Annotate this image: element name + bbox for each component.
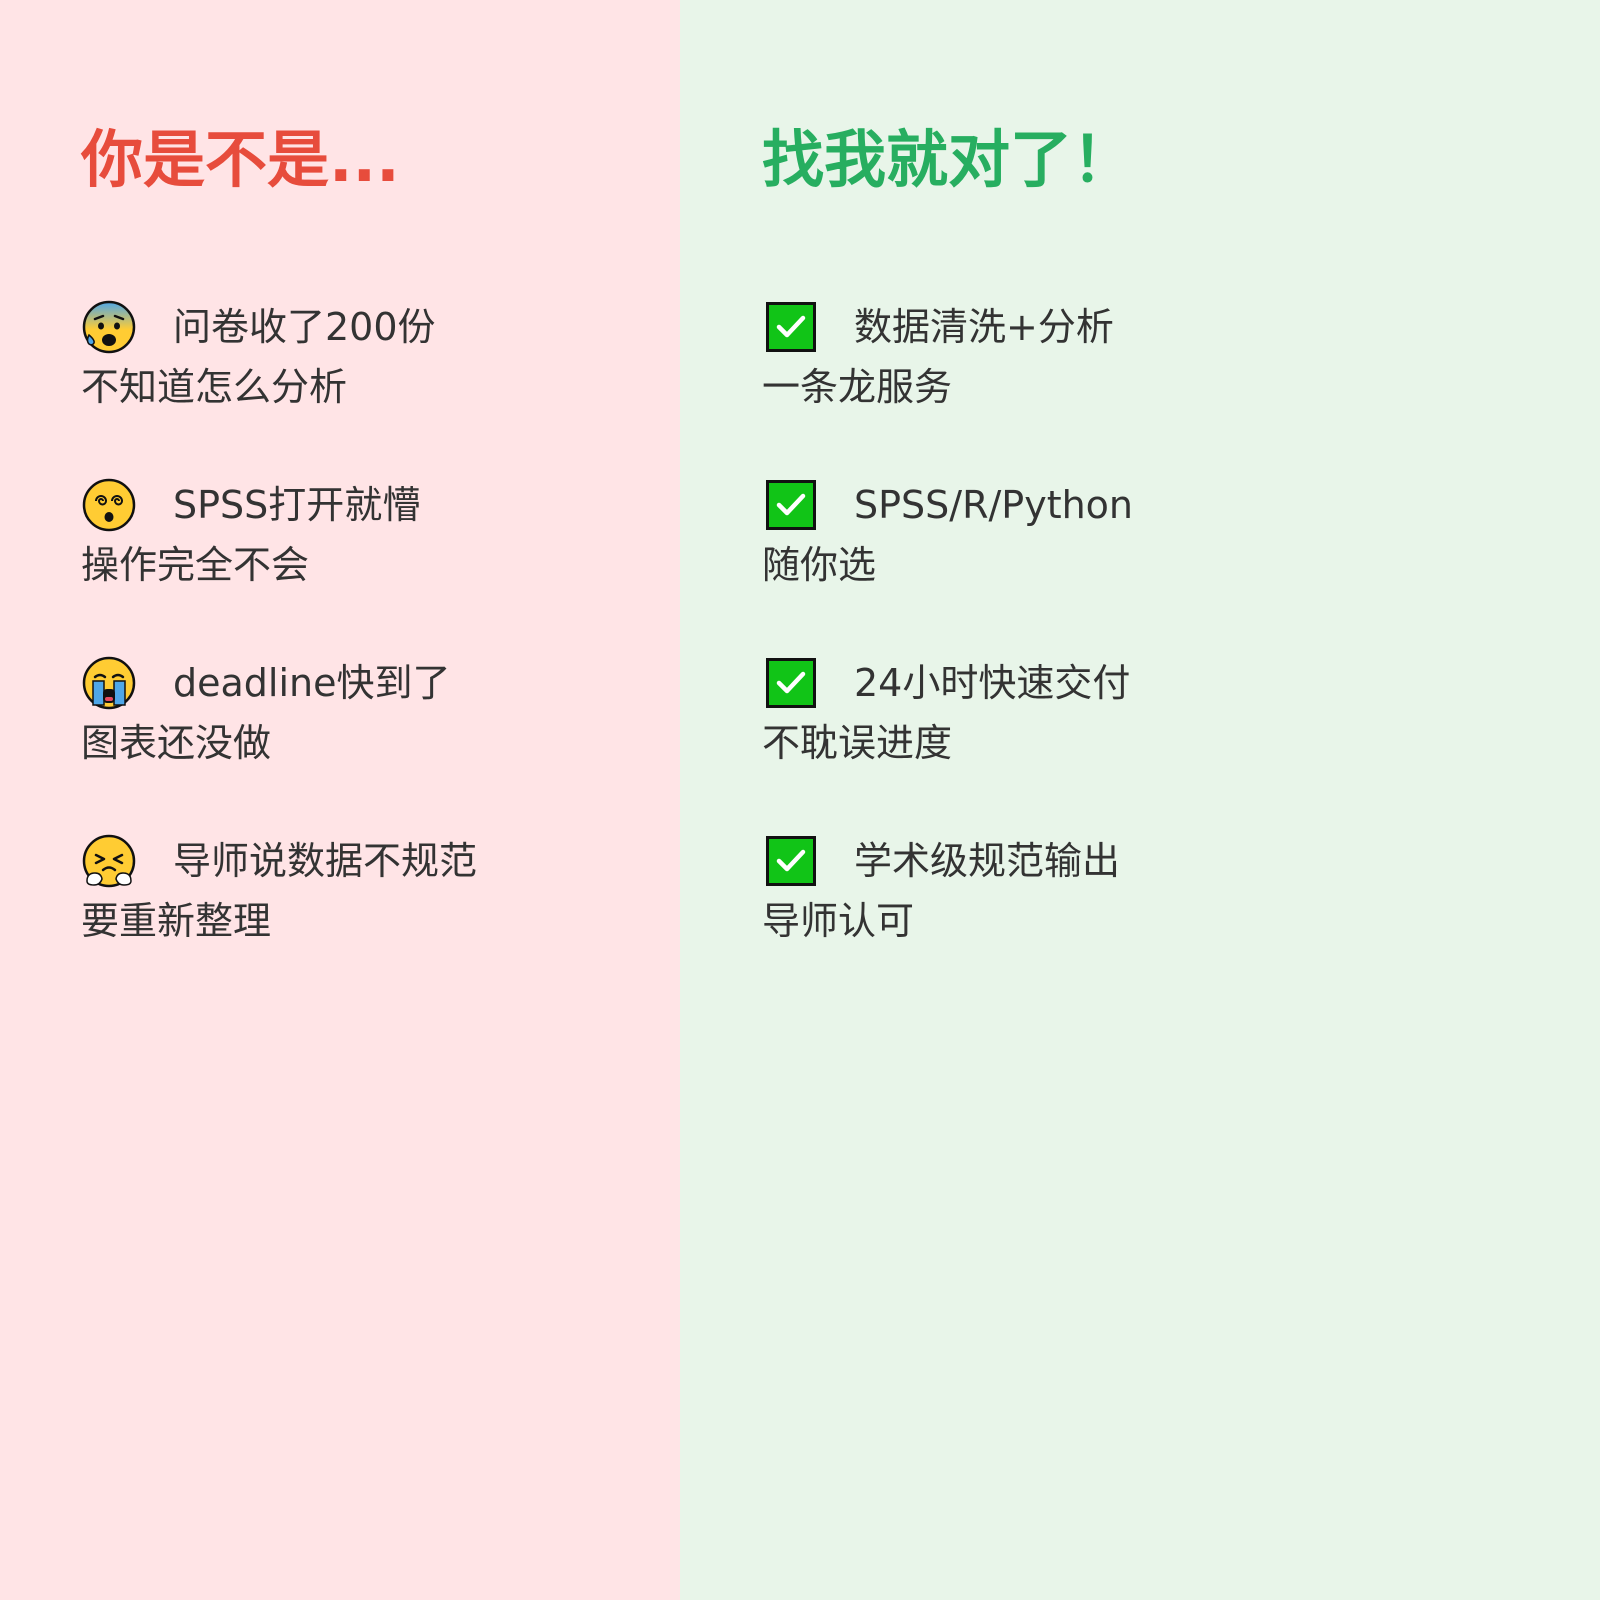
solution-detail: 一条龙服务 <box>762 365 953 409</box>
solution-title: 24小时快速交付 <box>854 661 1131 705</box>
problem-item: 问卷收了200份 不知道怎么分析 <box>81 296 641 406</box>
check-mark-button-icon <box>766 836 816 886</box>
solution-title: 数据清洗+分析 <box>854 305 1114 349</box>
problem-item: 导师说数据不规范 要重新整理 <box>81 830 641 940</box>
steam-from-nose-face-icon <box>82 834 136 888</box>
problems-heading: 你是不是... <box>81 123 400 196</box>
problem-detail: 不知道怎么分析 <box>81 365 348 409</box>
problem-item: SPSS打开就懵 操作完全不会 <box>81 474 641 584</box>
problem-title: SPSS打开就懵 <box>173 483 421 527</box>
solutions-heading: 找我就对了！ <box>762 123 1135 196</box>
problem-title: 问卷收了200份 <box>173 305 436 349</box>
check-mark-button-icon <box>766 658 816 708</box>
problem-item: deadline快到了 图表还没做 <box>81 652 641 762</box>
problem-detail: 操作完全不会 <box>81 543 310 587</box>
solutions-panel: 找我就对了！ 数据清洗+分析 一条龙服务 SPSS/R/Python 随你选 2… <box>680 0 1600 1600</box>
problem-detail: 图表还没做 <box>81 721 272 765</box>
solution-item: 学术级规范输出 导师认可 <box>762 830 1562 940</box>
solution-detail: 不耽误进度 <box>762 721 953 765</box>
problem-title: deadline快到了 <box>173 661 451 705</box>
solution-detail: 随你选 <box>762 543 877 587</box>
problem-title: 导师说数据不规范 <box>173 839 478 883</box>
dizzy-face-icon <box>82 478 136 532</box>
check-mark-button-icon <box>766 480 816 530</box>
check-mark-button-icon <box>766 302 816 352</box>
anxious-sweat-face-icon <box>82 300 136 354</box>
solution-title: SPSS/R/Python <box>854 483 1134 527</box>
solution-detail: 导师认可 <box>762 899 915 943</box>
problems-panel: 你是不是... 问卷收了200份 不知道怎么分析 SPSS打开就懵 操作完全不会… <box>0 0 680 1600</box>
loudly-crying-face-icon <box>82 656 136 710</box>
solution-item: 24小时快速交付 不耽误进度 <box>762 652 1562 762</box>
problem-detail: 要重新整理 <box>81 899 272 943</box>
solution-item: SPSS/R/Python 随你选 <box>762 474 1562 584</box>
solution-title: 学术级规范输出 <box>854 839 1121 883</box>
solution-item: 数据清洗+分析 一条龙服务 <box>762 296 1562 406</box>
